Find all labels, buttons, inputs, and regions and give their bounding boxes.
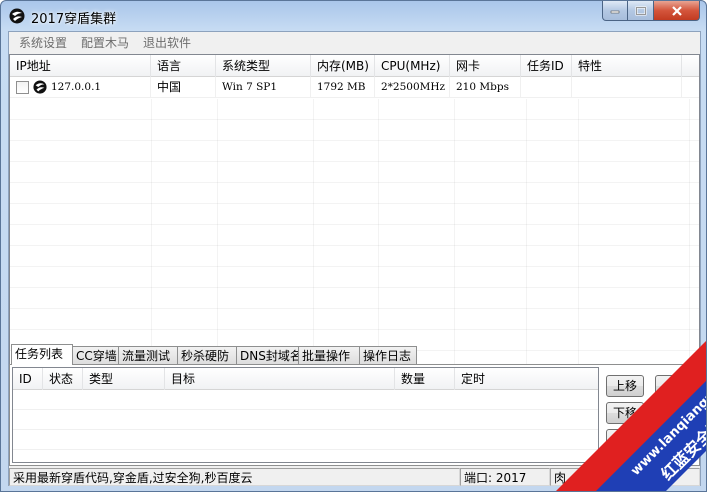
move-up-button[interactable]: 上移 — [606, 375, 644, 397]
tab-task-list[interactable]: 任务列表 — [11, 344, 73, 365]
tab-strip: 任务列表 CC穿墙 流量测试 秒杀硬防 DNS封域名 批量操作 操作日志 — [11, 344, 417, 365]
host-row[interactable]: 127.0.0.1 中国 Win 7 SP1 1792 MB 2*2500MHz… — [10, 77, 699, 98]
status-message: 采用最新穿盾代码,穿金盾,过安全狗,秒百度云 — [9, 468, 460, 486]
tab-cc-bypass[interactable]: CC穿墙 — [72, 346, 119, 365]
client-area: 系统设置 配置木马 退出软件 IP地址 语言 系统类型 内存(MB) CPU(M… — [8, 31, 701, 486]
host-ip-cell: 127.0.0.1 — [10, 77, 151, 98]
title-bar[interactable]: 2017穿盾集群 — [1, 1, 706, 31]
tab-traffic-test[interactable]: 流量测试 — [118, 346, 178, 365]
host-ip: 127.0.0.1 — [51, 81, 102, 93]
right-button-1[interactable] — [655, 375, 693, 397]
close-button[interactable] — [654, 1, 700, 21]
tab-kill-hardware-firewall[interactable]: 秒杀硬防 — [177, 346, 237, 365]
tab-dns-block[interactable]: DNS封域名 — [236, 346, 302, 365]
right-button-2[interactable] — [655, 402, 693, 424]
host-cpu: 2*2500MHz — [375, 77, 450, 98]
host-task-id — [521, 77, 572, 98]
col-os-type[interactable]: 系统类型 — [216, 55, 311, 77]
task-col-count[interactable]: 数量 — [395, 368, 455, 390]
host-list[interactable]: IP地址 语言 系统类型 内存(MB) CPU(MHz) 网卡 任务ID 特性 … — [9, 54, 700, 365]
host-logo-icon — [33, 80, 47, 94]
task-list[interactable]: ID 状态 类型 目标 数量 定时 — [12, 367, 599, 463]
col-language[interactable]: 语言 — [151, 55, 216, 77]
exit-button[interactable]: 退出 — [655, 429, 693, 451]
task-col-status[interactable]: 状态 — [43, 368, 83, 390]
app-logo-icon — [9, 8, 25, 24]
task-col-schedule[interactable]: 定时 — [455, 368, 597, 390]
col-memory[interactable]: 内存(MB) — [311, 55, 375, 77]
minimize-icon — [610, 10, 620, 13]
col-cpu[interactable]: CPU(MHz) — [375, 55, 450, 77]
status-extra: 台 — [610, 468, 700, 486]
host-os: Win 7 SP1 — [216, 77, 311, 98]
host-list-header: IP地址 语言 系统类型 内存(MB) CPU(MHz) 网卡 任务ID 特性 — [10, 55, 699, 77]
col-ip[interactable]: IP地址 — [10, 55, 151, 77]
menu-configure-trojan[interactable]: 配置木马 — [74, 32, 136, 54]
menu-bar: 系统设置 配置木马 退出软件 — [9, 32, 700, 54]
task-col-target[interactable]: 目标 — [165, 368, 395, 390]
menu-system-settings[interactable]: 系统设置 — [12, 32, 74, 54]
menu-exit-software[interactable]: 退出软件 — [136, 32, 198, 54]
host-language: 中国 — [151, 77, 216, 98]
host-nic: 210 Mbps — [450, 77, 521, 98]
host-feature — [572, 77, 682, 98]
col-feature[interactable]: 特性 — [572, 55, 682, 77]
col-nic[interactable]: 网卡 — [450, 55, 521, 77]
empty-grid — [10, 99, 699, 364]
status-port: 端口: 2017 — [460, 468, 550, 486]
task-list-header: ID 状态 类型 目标 数量 定时 — [13, 368, 598, 390]
task-col-type[interactable]: 类型 — [83, 368, 165, 390]
maximize-icon — [635, 6, 646, 15]
task-col-id[interactable]: ID — [13, 368, 43, 390]
host-memory: 1792 MB — [311, 77, 375, 98]
tab-batch-ops[interactable]: 批量操作 — [298, 346, 360, 365]
tab-op-log[interactable]: 操作日志 — [359, 346, 417, 365]
row-checkbox[interactable] — [16, 80, 29, 94]
left-button-3[interactable] — [606, 429, 644, 451]
col-task-id[interactable]: 任务ID — [521, 55, 572, 77]
app-window: 2017穿盾集群 系统设置 配置木马 退出软件 IP地址 语言 系统类型 内存(… — [0, 0, 707, 492]
minimize-button[interactable] — [602, 1, 628, 21]
status-bar: 采用最新穿盾代码,穿金盾,过安全狗,秒百度云 端口: 2017 肉 台 — [9, 468, 700, 486]
close-icon — [671, 5, 682, 16]
window-title: 2017穿盾集群 — [31, 12, 117, 27]
move-down-button[interactable]: 下移 — [606, 402, 644, 424]
task-panel: ID 状态 类型 目标 数量 定时 上移 下移 退出 — [9, 364, 700, 466]
col-filler — [682, 55, 699, 77]
status-bot-count: 肉 — [550, 468, 610, 486]
task-list-body — [13, 390, 598, 462]
maximize-button[interactable] — [628, 1, 654, 21]
